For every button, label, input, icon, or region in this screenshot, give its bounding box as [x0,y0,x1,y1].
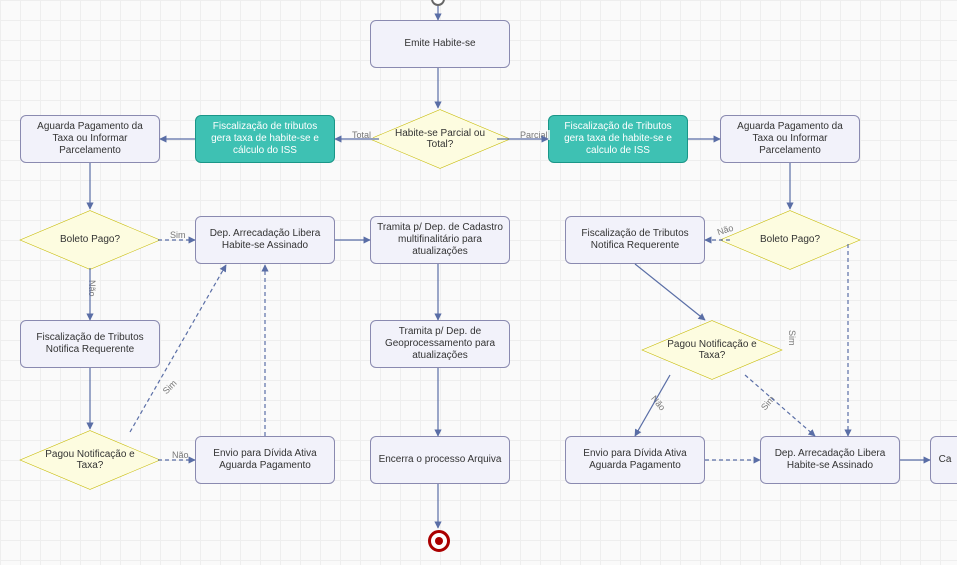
gateway-boleto-pago-right[interactable]: Boleto Pago? [720,210,860,270]
task-fiscalizacao-parcial[interactable]: Fiscalização de Tributos gera taxa de ha… [548,115,688,163]
task-dep-arrecadacao-right[interactable]: Dep. Arrecadação Libera Habite-se Assina… [760,436,900,484]
task-fisc-notifica-right[interactable]: Fiscalização de Tributos Notifica Requer… [565,216,705,264]
gateway-parcial-ou-total[interactable]: Habite-se Parcial ou Total? [370,109,510,169]
task-cadastro-partial[interactable]: Ca [930,436,957,484]
task-envio-divida-left[interactable]: Envio para Dívida Ativa Aguarda Pagament… [195,436,335,484]
edge-label-sim-br: Sim [785,330,799,346]
edge-label-parcial: Parcial [518,130,550,140]
task-dep-arrecadacao-left[interactable]: Dep. Arrecadação Libera Habite-se Assina… [195,216,335,264]
edge-label-nao-pr: Não [648,392,669,414]
edge-label-nao-pl: Não [170,450,191,460]
edge-label-total: Total [350,130,373,140]
task-aguarda-pagamento-left[interactable]: Aguarda Pagamento da Taxa ou Informar Pa… [20,115,160,163]
task-fisc-notifica-left[interactable]: Fiscalização de Tributos Notifica Requer… [20,320,160,368]
edge-label-nao-bl: Não [85,280,99,297]
edge-label-sim-bl: Sim [168,230,188,240]
flowchart-canvas: Emite Habite-se Aguarda Pagamento da Tax… [0,0,957,565]
task-fiscalizacao-total[interactable]: Fiscalização de tributos gera taxa de ha… [195,115,335,163]
gateway-pagou-notificacao-right[interactable]: Pagou Notificação e Taxa? [642,320,782,380]
task-aguarda-pagamento-right[interactable]: Aguarda Pagamento da Taxa ou Informar Pa… [720,115,860,163]
gateway-boleto-pago-left[interactable]: Boleto Pago? [20,210,160,270]
task-envio-divida-right[interactable]: Envio para Dívida Ativa Aguarda Pagament… [565,436,705,484]
task-tramita-cadastro[interactable]: Tramita p/ Dep. de Cadastro multifinalit… [370,216,510,264]
task-emite-habite-se[interactable]: Emite Habite-se [370,20,510,68]
task-encerra[interactable]: Encerra o processo Arquiva [370,436,510,484]
end-event-icon [428,530,450,552]
start-event-icon [431,0,445,6]
edge-label-sim-pr: Sim [758,392,778,413]
task-tramita-geo[interactable]: Tramita p/ Dep. de Geoprocessamento para… [370,320,510,368]
edge-label-sim-pl: Sim [159,377,180,398]
gateway-pagou-notificacao-left[interactable]: Pagou Notificação e Taxa? [20,430,160,490]
